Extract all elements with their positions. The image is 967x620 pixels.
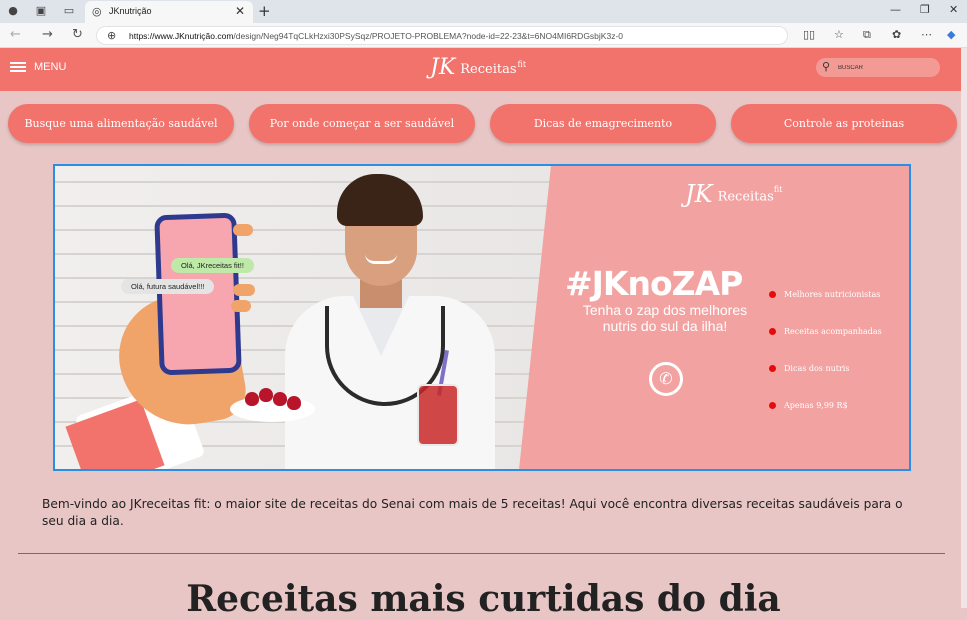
bullet-dot: [769, 291, 776, 298]
close-tab-icon[interactable]: ✕: [235, 4, 245, 18]
juice-jar: [417, 384, 459, 446]
strawberry: [245, 392, 259, 406]
category-button-start-healthy[interactable]: Por onde começar a ser saudável: [249, 104, 475, 143]
menu-button[interactable]: MENU: [10, 61, 66, 73]
banner-logo: JK Receitasfit: [685, 180, 782, 208]
search-box[interactable]: ⚲: [816, 58, 940, 77]
copilot-icon[interactable]: ◆: [947, 28, 955, 41]
feature-item: Apenas 9,99 R$: [769, 401, 848, 410]
intro-paragraph: Bem-vindo ao JKreceitas fit: o maior sit…: [42, 497, 903, 528]
category-button-healthy-food[interactable]: Busque uma alimentação saudável: [8, 104, 234, 143]
search-icon[interactable]: ⚲: [822, 60, 830, 73]
category-button-proteins[interactable]: Controle as proteinas: [731, 104, 957, 143]
reading-view-icon[interactable]: ▯▯: [803, 28, 815, 41]
favorite-star-icon[interactable]: ☆: [834, 28, 844, 41]
feature-item: Dicas dos nutris: [769, 364, 849, 373]
workspaces-icon[interactable]: ▣: [34, 4, 48, 18]
promo-banner[interactable]: Olá, JKreceitas fit!! Olá, futura saudáv…: [53, 164, 911, 471]
back-icon[interactable]: ←: [10, 27, 21, 42]
category-button-weight-loss[interactable]: Dicas de emagrecimento: [490, 104, 716, 143]
menu-label: MENU: [34, 61, 67, 73]
globe-icon: ◎: [92, 5, 102, 18]
illustration-finger: [231, 300, 251, 312]
illustration-finger: [233, 224, 253, 236]
more-icon[interactable]: ⋯: [921, 28, 932, 41]
forward-icon[interactable]: →: [42, 27, 53, 42]
tab-title: JKnutrição: [109, 6, 152, 16]
banner-logo-name: Receitasfit: [717, 184, 783, 204]
logo-mark: JK: [430, 55, 456, 80]
strawberry: [273, 392, 287, 406]
browser-tab-bar: ● ▣ ▭ ◎ JKnutrição ✕ + — ❐ ✕: [0, 0, 967, 23]
feature-item: Receitas acompanhadas: [769, 327, 882, 336]
restore-icon[interactable]: ❐: [920, 3, 930, 16]
site-header: MENU JK Receitasfit ⚲: [0, 48, 967, 91]
strawberry: [287, 396, 301, 410]
new-tab-button[interactable]: +: [258, 2, 271, 20]
refresh-icon[interactable]: ↻: [72, 27, 83, 42]
site-logo[interactable]: JK Receitasfit: [430, 56, 526, 80]
banner-logo-mark: JK: [685, 180, 713, 208]
url-text: https://www.JKnutrição.com/design/Neg94T…: [129, 31, 624, 41]
banner-hashtag: #JKnoZAP: [565, 264, 743, 303]
extensions-icon[interactable]: ✿: [892, 28, 901, 41]
banner-tagline: Tenha o zap dos melhores nutris do sul d…: [582, 302, 748, 334]
url-field[interactable]: ⊕ https://www.JKnutrição.com/design/Neg9…: [96, 26, 788, 45]
whatsapp-icon[interactable]: ✆: [649, 362, 683, 396]
strawberry: [259, 388, 273, 402]
illustration-finger: [233, 284, 255, 296]
page-scrollbar[interactable]: [961, 48, 967, 608]
section-divider: [18, 553, 945, 554]
minimize-icon[interactable]: —: [890, 3, 901, 16]
site-info-icon[interactable]: ⊕: [107, 29, 116, 42]
profile-icon[interactable]: ●: [6, 4, 20, 18]
chat-bubble-sent: Olá, JKreceitas fit!!: [171, 258, 254, 273]
tab-actions-icon[interactable]: ▭: [62, 4, 76, 18]
bullet-dot: [769, 328, 776, 335]
chat-bubble-received: Olá, futura saudável!!!: [121, 279, 215, 294]
feature-item: Melhores nutricionistas: [769, 290, 880, 299]
browser-tab[interactable]: ◎ JKnutrição ✕: [85, 1, 253, 23]
logo-name: Receitasfit: [460, 60, 527, 77]
bullet-dot: [769, 402, 776, 409]
search-input[interactable]: [838, 61, 934, 74]
close-window-icon[interactable]: ✕: [949, 3, 958, 16]
hamburger-icon: [10, 62, 26, 72]
doctor-smile: [365, 254, 397, 264]
illustration-phone: [154, 212, 242, 376]
section-title: Receitas mais curtidas do dia: [186, 578, 781, 620]
bullet-dot: [769, 365, 776, 372]
collections-icon[interactable]: ⧉: [863, 28, 871, 42]
address-bar-row: ← → ↻ ⊕ https://www.JKnutrição.com/desig…: [0, 23, 967, 48]
